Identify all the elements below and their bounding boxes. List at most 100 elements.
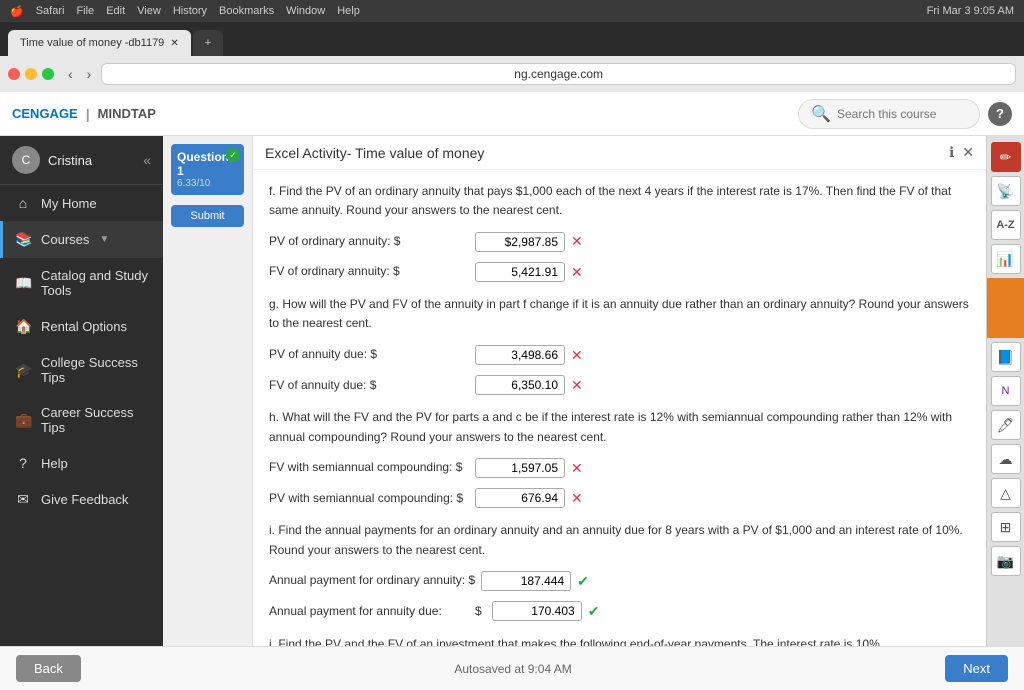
sidebar-label-college-success: College Success Tips [41, 355, 151, 385]
close-light[interactable] [8, 68, 20, 80]
courses-arrow-icon: ▼ [99, 234, 109, 245]
field-row-pv-ordinary: PV of ordinary annuity: $ ✕ [269, 230, 970, 252]
pv-ordinary-label: PV of ordinary annuity: $ [269, 232, 469, 251]
annual-ordinary-label: Annual payment for ordinary annuity: $ [269, 571, 475, 590]
back-nav-button[interactable]: Back [16, 655, 81, 682]
sidebar-label-rental: Rental Options [41, 319, 127, 334]
tab-title: Time value of money -db1179 [20, 37, 164, 49]
sidebar-item-college-success[interactable]: 🎓 College Success Tips [0, 345, 163, 395]
brand-name: CENGAGE [12, 106, 78, 121]
window-menu[interactable]: Window [286, 5, 325, 17]
tool-capture-button[interactable]: 📷 [991, 546, 1021, 576]
field-row-annual-ordinary: Annual payment for ordinary annuity: $ ✔ [269, 570, 970, 592]
next-nav-button[interactable]: Next [945, 655, 1008, 682]
search-input[interactable] [837, 107, 967, 121]
autosave-status: Autosaved at 9:04 AM [454, 662, 571, 676]
courses-icon: 📚 [15, 231, 31, 248]
sidebar-label-feedback: Give Feedback [41, 492, 128, 507]
rental-icon: 🏠 [15, 318, 31, 335]
tool-apps-button[interactable]: ⊞ [991, 512, 1021, 542]
right-toolbar: ✏ 📡 A-Z 📊 📘 N 🖊 ☁ △ ⊞ 📷 [986, 136, 1024, 646]
sidebar-item-feedback[interactable]: ✉ Give Feedback [0, 481, 163, 518]
file-menu[interactable]: File [76, 5, 94, 17]
fullscreen-light[interactable] [42, 68, 54, 80]
field-row-fv-ordinary: FV of ordinary annuity: $ ✕ [269, 261, 970, 283]
avatar-initial: C [22, 153, 31, 167]
info-button[interactable]: ℹ [949, 144, 954, 161]
sidebar-item-rental[interactable]: 🏠 Rental Options [0, 308, 163, 345]
catalog-icon: 📖 [15, 275, 31, 292]
active-tab[interactable]: Time value of money -db1179 ✕ [8, 30, 191, 56]
view-menu[interactable]: View [137, 5, 161, 17]
feedback-icon: ✉ [15, 491, 31, 508]
problem-f-text: f. Find the PV of an ordinary annuity th… [269, 182, 970, 220]
pv-ordinary-status: ✕ [571, 230, 583, 252]
question-score: 6.33/10 [177, 178, 238, 189]
help-icon: ? [15, 455, 31, 471]
tool-gdrive-button[interactable]: △ [991, 478, 1021, 508]
datetime: Fri Mar 3 9:05 AM [927, 5, 1014, 17]
tool-pen-button[interactable]: 🖊 [991, 410, 1021, 440]
tool-edit-button[interactable]: ✏ [991, 142, 1021, 172]
sidebar-label-help: Help [41, 456, 68, 471]
avatar: C [12, 146, 40, 174]
pv-ordinary-input[interactable] [475, 232, 565, 252]
college-success-icon: 🎓 [15, 362, 31, 379]
apple-menu[interactable]: 🍎 [10, 5, 24, 18]
tool-cloud-button[interactable]: ☁ [991, 444, 1021, 474]
sidebar-collapse-icon[interactable]: « [143, 152, 151, 168]
pv-due-input[interactable] [475, 345, 565, 365]
pv-semi-input[interactable] [475, 488, 565, 508]
tool-office-button[interactable]: 📊 [991, 244, 1021, 274]
annual-ordinary-input[interactable] [481, 571, 571, 591]
content-title: Excel Activity- Time value of money [265, 145, 484, 161]
product-name: MINDTAP [98, 106, 156, 121]
mac-status-bar: Fri Mar 3 9:05 AM [927, 5, 1014, 17]
sidebar-item-help[interactable]: ? Help [0, 445, 163, 481]
sidebar-item-my-home[interactable]: ⌂ My Home [0, 185, 163, 221]
safari-menu[interactable]: Safari [36, 5, 65, 17]
back-button[interactable]: ‹ [64, 64, 77, 84]
fv-ordinary-input[interactable] [475, 262, 565, 282]
problem-g-text: g. How will the PV and FV of the annuity… [269, 295, 970, 333]
new-tab[interactable]: + [193, 30, 223, 56]
user-name: Cristina [48, 153, 92, 168]
annual-due-dollar: $ [475, 602, 482, 621]
help-button[interactable]: ? [988, 102, 1012, 126]
sidebar-item-courses[interactable]: 📚 Courses ▼ [0, 221, 163, 258]
tool-rss-button[interactable]: 📡 [991, 176, 1021, 206]
new-tab-icon: + [205, 37, 211, 49]
tab-close-icon[interactable]: ✕ [170, 38, 178, 49]
tool-az-button[interactable]: A-Z [991, 210, 1021, 240]
bookmarks-menu[interactable]: Bookmarks [219, 5, 274, 17]
sidebar-item-career-success[interactable]: 💼 Career Success Tips [0, 395, 163, 445]
url-text: ng.cengage.com [514, 67, 603, 81]
forward-button[interactable]: › [83, 64, 96, 84]
sidebar-item-catalog[interactable]: 📖 Catalog and Study Tools [0, 258, 163, 308]
home-icon: ⌂ [15, 195, 31, 211]
cengage-logo: CENGAGE | MINDTAP [12, 106, 156, 122]
fv-ordinary-status: ✕ [571, 261, 583, 283]
browser-tabs: Time value of money -db1179 ✕ + [8, 28, 1016, 56]
tool-book-button[interactable]: 📘 [991, 342, 1021, 372]
fv-due-status: ✕ [571, 374, 583, 396]
help-menu[interactable]: Help [337, 5, 360, 17]
tool-onenote-button[interactable]: N [991, 376, 1021, 406]
edit-menu[interactable]: Edit [106, 5, 125, 17]
problem-h-text: h. What will the FV and the PV for parts… [269, 408, 970, 446]
bottom-bar: Back Autosaved at 9:04 AM Next [0, 646, 1024, 690]
fv-due-input[interactable] [475, 375, 565, 395]
question-check-icon: ✓ [226, 148, 240, 162]
fv-semi-input[interactable] [475, 458, 565, 478]
history-menu[interactable]: History [173, 5, 207, 17]
question-item-1[interactable]: Question 1 6.33/10 ✓ [171, 144, 244, 195]
address-bar[interactable]: ng.cengage.com [101, 63, 1016, 85]
search-bar[interactable]: 🔍 [798, 99, 980, 129]
search-icon: 🔍 [811, 104, 831, 124]
content-header: Excel Activity- Time value of money ℹ ✕ [253, 136, 986, 170]
minimize-light[interactable] [25, 68, 37, 80]
problem-i-text: i. Find the annual payments for an ordin… [269, 521, 970, 559]
submit-button[interactable]: Submit [171, 205, 244, 227]
close-button[interactable]: ✕ [962, 144, 974, 161]
annual-due-input[interactable] [492, 601, 582, 621]
